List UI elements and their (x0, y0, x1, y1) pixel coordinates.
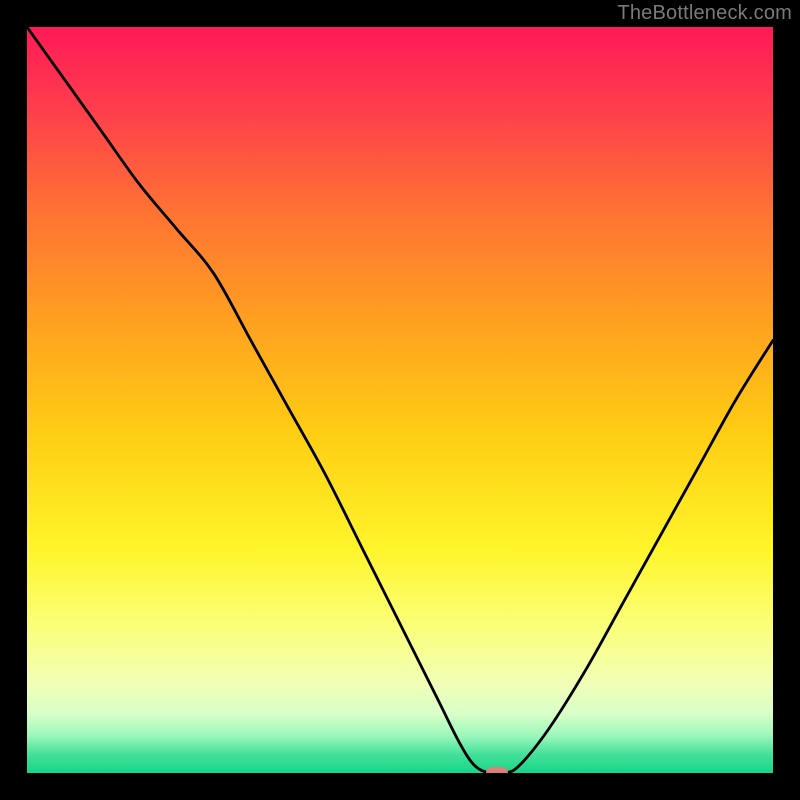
watermark-text: TheBottleneck.com (617, 2, 792, 25)
optimal-point-marker (486, 767, 508, 773)
bottleneck-curve (27, 27, 773, 773)
chart-stage: TheBottleneck.com (0, 0, 800, 800)
plot-area (27, 27, 773, 773)
curve-layer (27, 27, 773, 773)
